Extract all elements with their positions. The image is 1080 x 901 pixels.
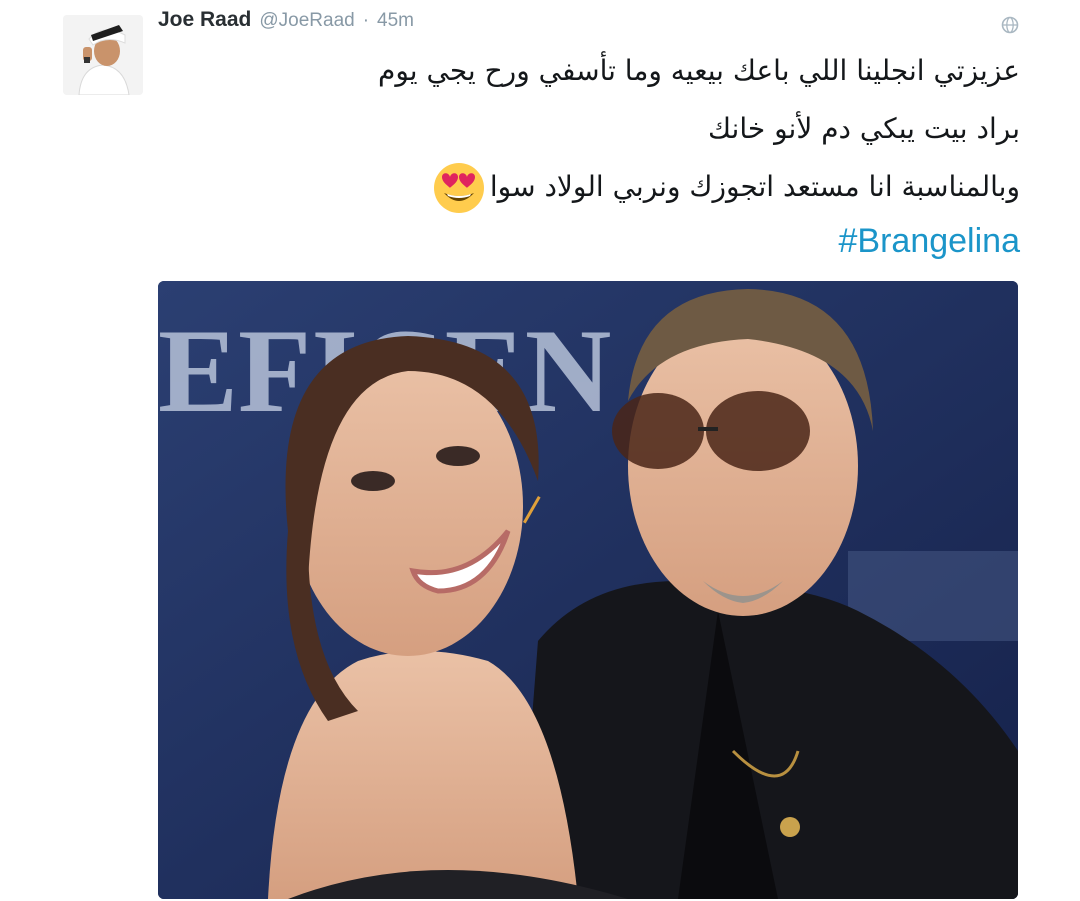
tweet-text: عزيزتي انجلينا اللي باعك بيعيه وما تأسفي… xyxy=(160,42,1020,266)
tweet-timestamp[interactable]: 45m xyxy=(377,10,414,32)
heart-eyes-emoji-icon xyxy=(432,161,486,215)
author-handle[interactable]: @JoeRaad xyxy=(259,10,354,32)
header-separator: · xyxy=(362,10,370,31)
tweet-photo[interactable]: EFICEN xyxy=(158,281,1018,899)
tweet-line-1: عزيزتي انجلينا اللي باعك بيعيه وما تأسفي… xyxy=(378,54,1020,87)
photo-illustration: EFICEN xyxy=(158,281,1018,899)
globe-icon xyxy=(1000,15,1020,35)
tweet-line-3-text: وبالمناسبة انا مستعد اتجوزك ونربي الولاد… xyxy=(489,170,1020,203)
tweet-card: Joe Raad @JoeRaad · 45m عزيزتي انجلينا ا… xyxy=(0,0,1080,901)
tweet-line-3: وبالمناسبة انا مستعد اتجوزك ونربي الولاد… xyxy=(160,158,1020,216)
avatar-image xyxy=(63,15,143,95)
author-name[interactable]: Joe Raad xyxy=(158,8,251,32)
hashtag-link[interactable]: #Brangelina xyxy=(160,216,1020,266)
tweet-line-2: براد بيت يبكي دم لأنو خانك xyxy=(707,112,1020,145)
tweet-header: Joe Raad @JoeRaad · 45m xyxy=(158,8,414,40)
avatar[interactable] xyxy=(63,15,143,95)
